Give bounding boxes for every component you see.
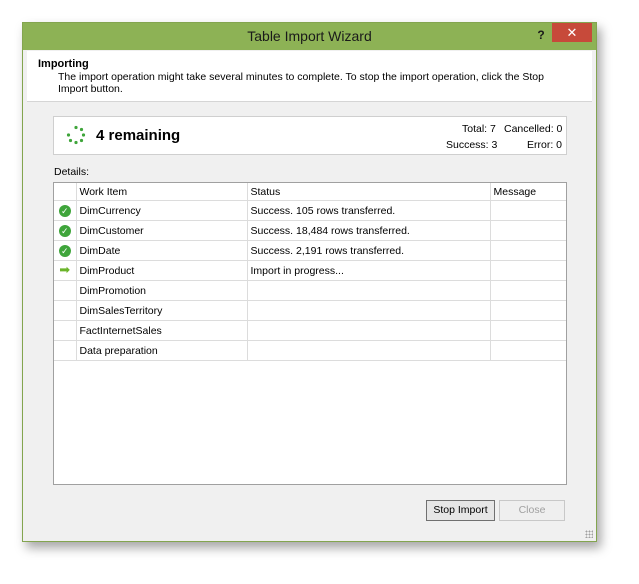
arrow-right-icon: ➡ (59, 262, 71, 277)
status-cell: Success. 105 rows transferred. (246, 200, 491, 221)
success-count: Success: 3 (446, 139, 498, 151)
status-icon-cell: ✓ (54, 200, 77, 221)
work-item-cell: DimPromotion (75, 280, 248, 301)
status-cell: Import in progress... (246, 260, 491, 281)
table-import-wizard-window: Table Import Wizard ? ✕ Importing The im… (22, 22, 597, 542)
message-cell (489, 300, 566, 321)
window-close-button[interactable]: ✕ (552, 23, 592, 42)
resize-grip[interactable] (585, 530, 593, 538)
check-icon: ✓ (58, 224, 71, 237)
message-cell (489, 320, 566, 341)
work-item-cell: FactInternetSales (75, 320, 248, 341)
stop-import-label: Stop Import (433, 504, 488, 516)
error-count: Error: 0 (527, 139, 563, 151)
message-cell (489, 200, 566, 221)
message-cell (489, 280, 566, 301)
table-header-row: Work Item Status Message (54, 183, 566, 201)
column-header-work-item[interactable]: Work Item (75, 183, 248, 201)
message-cell (489, 240, 566, 261)
header-description: The import operation might take several … (58, 71, 544, 95)
status-icon-cell (54, 320, 77, 341)
status-icon-cell: ✓ (54, 220, 77, 241)
work-item-cell: DimCurrency (75, 200, 248, 221)
work-item-cell: DimProduct (75, 260, 248, 281)
check-icon: ✓ (58, 204, 71, 217)
table-row[interactable]: ➡ DimProduct Import in progress... (54, 260, 566, 281)
stop-import-button[interactable]: Stop Import (426, 500, 495, 521)
status-cell: Success. 18,484 rows transferred. (246, 220, 491, 241)
cancelled-count: Cancelled: 0 (504, 123, 563, 135)
table-row[interactable]: ✓ DimDate Success. 2,191 rows transferred. (54, 240, 566, 261)
work-items-table[interactable]: Work Item Status Message ✓ DimCurrency Suc… (53, 182, 567, 485)
status-cell (246, 280, 491, 301)
total-count: Total: 7 (462, 123, 496, 135)
column-header-message[interactable]: Message (489, 183, 566, 201)
status-cell (246, 300, 491, 321)
message-cell (489, 260, 566, 281)
details-label: Details: (54, 166, 90, 178)
work-item-cell: DimDate (75, 240, 248, 261)
status-cell (246, 320, 491, 341)
message-cell (489, 220, 566, 241)
status-icon-cell (54, 340, 77, 361)
status-icon-cell: ➡ (54, 260, 77, 281)
table-row[interactable]: ✓ DimCustomer Success. 18,484 rows transfe… (54, 220, 566, 241)
work-item-cell: Data preparation (75, 340, 248, 361)
table-row[interactable]: FactInternetSales (54, 320, 566, 341)
header-title: Importing (38, 58, 89, 70)
work-item-cell: DimSalesTerritory (75, 300, 248, 321)
spinner-icon (66, 125, 86, 145)
window-title: Table Import Wizard (247, 28, 372, 44)
status-cell: Success. 2,191 rows transferred. (246, 240, 491, 261)
column-header-status[interactable]: Status (246, 183, 491, 201)
status-icon-cell (54, 300, 77, 321)
table-row[interactable]: DimPromotion (54, 280, 566, 301)
table-row[interactable]: ✓ DimCurrency Success. 105 rows transferre… (54, 200, 566, 221)
close-button[interactable]: Close (499, 500, 565, 521)
table-row[interactable]: Data preparation (54, 340, 566, 361)
table-row[interactable]: DimSalesTerritory (54, 300, 566, 321)
status-icon-cell (54, 280, 77, 301)
help-button[interactable]: ? (532, 26, 550, 44)
column-header-icon (54, 183, 77, 201)
remaining-count: 4 remaining (96, 127, 181, 144)
import-summary: 4 remaining Total: 7 Cancelled: 0 Succes… (53, 116, 567, 155)
check-icon: ✓ (58, 244, 71, 257)
work-item-cell: DimCustomer (75, 220, 248, 241)
message-cell (489, 340, 566, 361)
status-icon-cell: ✓ (54, 240, 77, 261)
header-panel: Importing The import operation might tak… (27, 51, 592, 102)
title-bar[interactable]: Table Import Wizard ? ✕ (23, 23, 596, 50)
status-cell (246, 340, 491, 361)
